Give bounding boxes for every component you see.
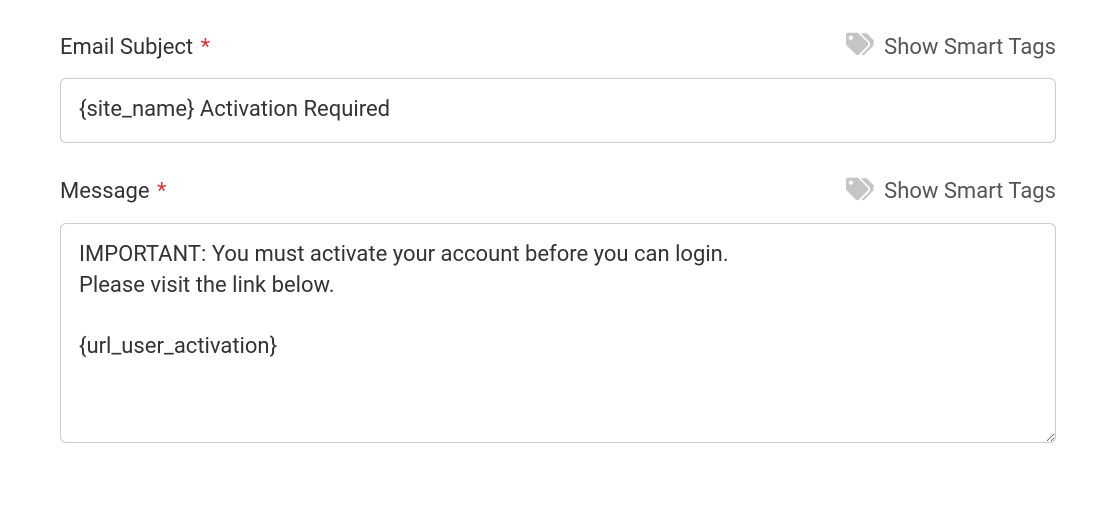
required-asterisk: * [157, 179, 166, 204]
subject-smart-tags-label: Show Smart Tags [884, 35, 1056, 60]
tags-icon [846, 30, 874, 64]
email-subject-input[interactable] [60, 78, 1056, 143]
subject-show-smart-tags-button[interactable]: Show Smart Tags [846, 30, 1056, 64]
email-subject-label-row: Email Subject * Show Smart Tags [60, 30, 1056, 64]
message-textarea[interactable]: IMPORTANT: You must activate your accoun… [60, 223, 1056, 443]
tags-icon [846, 175, 874, 209]
email-subject-label-text: Email Subject [60, 35, 193, 60]
message-label: Message * [60, 179, 167, 204]
email-subject-group: Email Subject * Show Smart Tags [60, 30, 1056, 143]
message-group: Message * Show Smart Tags IMPORTANT: You… [60, 175, 1056, 447]
required-asterisk: * [201, 35, 210, 60]
message-smart-tags-label: Show Smart Tags [884, 179, 1056, 204]
message-label-text: Message [60, 179, 150, 204]
message-show-smart-tags-button[interactable]: Show Smart Tags [846, 175, 1056, 209]
email-subject-label: Email Subject * [60, 35, 210, 60]
message-label-row: Message * Show Smart Tags [60, 175, 1056, 209]
